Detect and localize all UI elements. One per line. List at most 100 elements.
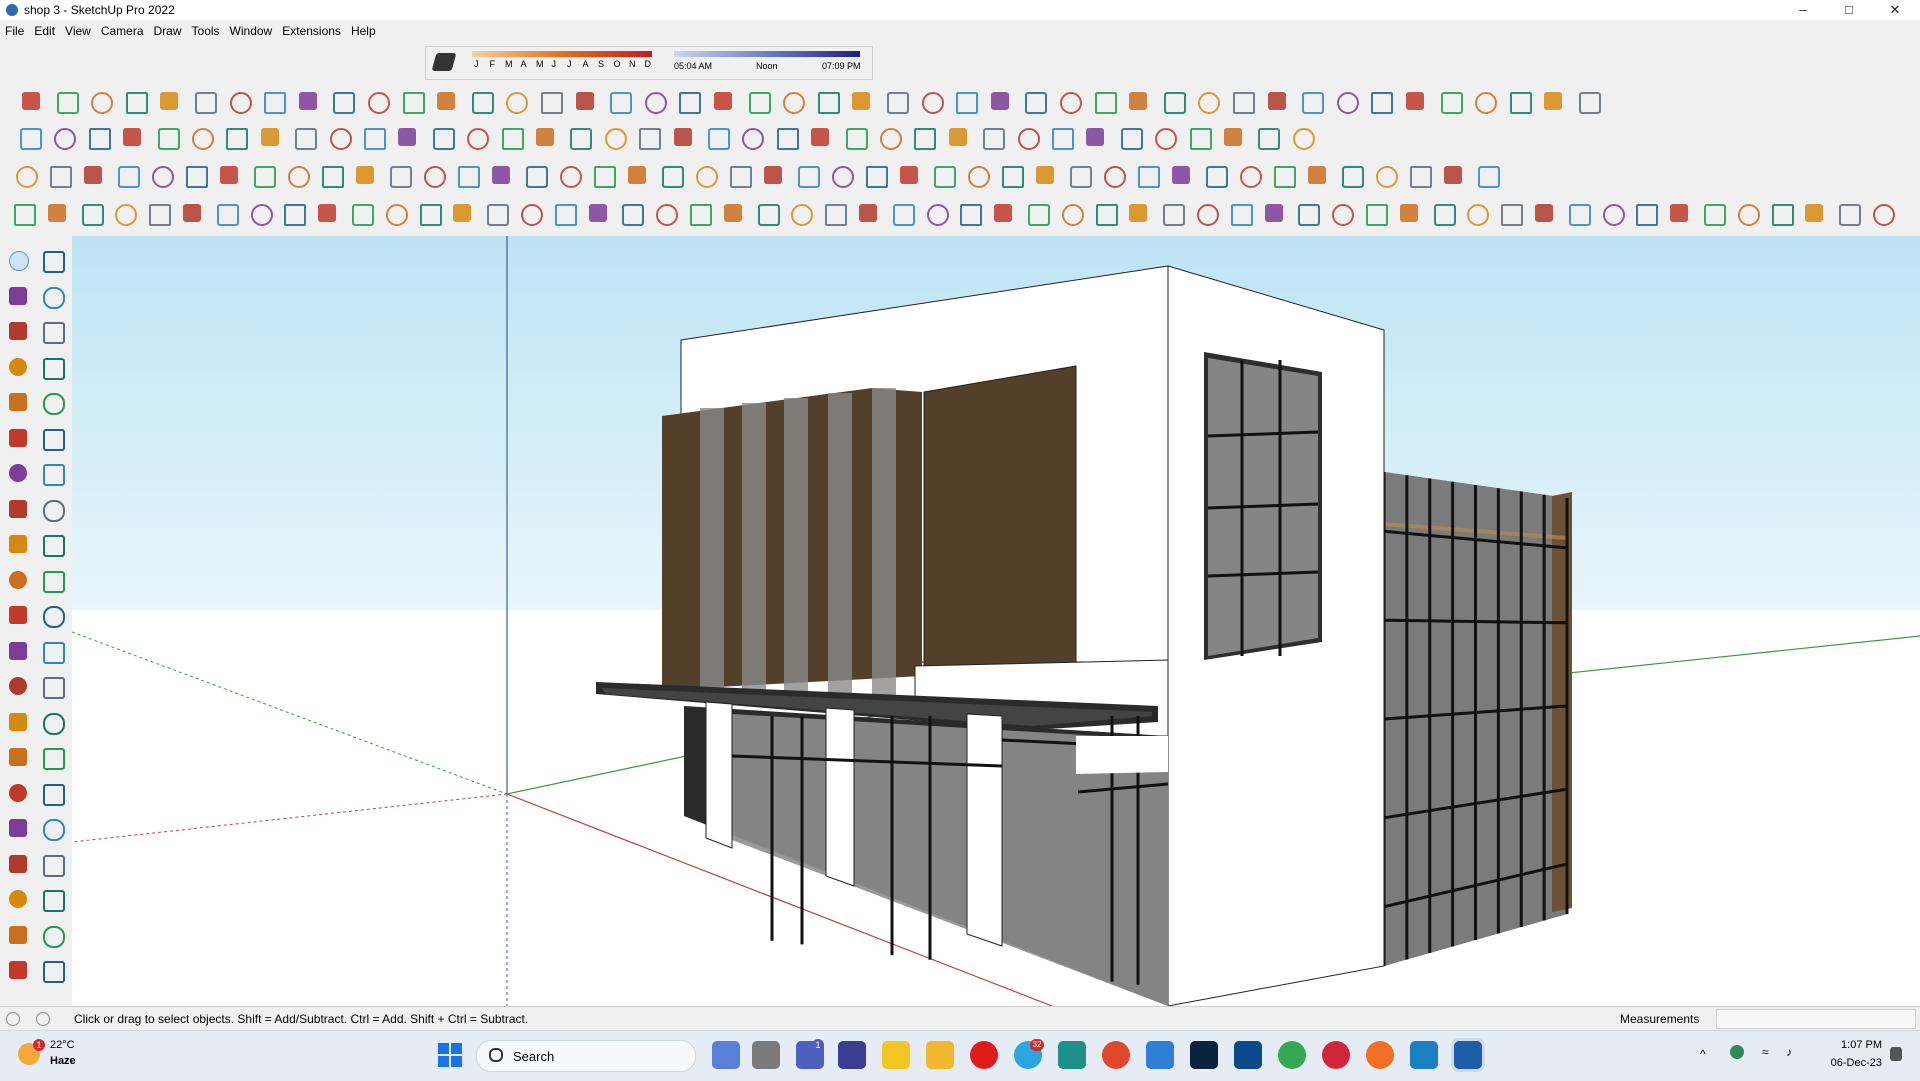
solid-tool-icon[interactable] [1770, 202, 1794, 226]
push-pull-icon[interactable] [40, 532, 65, 557]
extension-tool-icon[interactable] [1093, 90, 1117, 114]
utility-tool-icon[interactable] [1272, 164, 1296, 188]
extension-tool-icon[interactable] [816, 90, 840, 114]
modeling-tool-icon[interactable] [947, 126, 971, 150]
utility-tool-icon[interactable] [252, 164, 276, 188]
utility-tool-icon[interactable] [1102, 164, 1126, 188]
modeling-tool-icon[interactable] [224, 126, 249, 150]
utility-tool-icon[interactable] [626, 164, 650, 188]
solid-tool-icon[interactable] [1702, 202, 1726, 226]
solid-tool-icon[interactable] [147, 202, 172, 226]
solid-tool-icon[interactable] [1094, 202, 1118, 226]
modeling-tool-icon[interactable] [775, 126, 799, 150]
text-icon[interactable] [40, 674, 65, 699]
modeling-tool-icon[interactable] [878, 126, 902, 150]
solid-tool-icon[interactable] [1465, 202, 1490, 226]
modeling-tool-icon[interactable] [912, 126, 937, 150]
extension-tool-icon[interactable] [1404, 90, 1428, 114]
extension-tool-icon[interactable] [989, 90, 1013, 114]
notification-icon[interactable] [1890, 1047, 1902, 1061]
extension-tool-icon[interactable] [1127, 90, 1151, 114]
position-camera-icon[interactable] [6, 852, 30, 876]
utility-tool-icon[interactable] [48, 164, 72, 188]
utility-tool-icon[interactable] [1136, 164, 1160, 188]
utility-tool-icon[interactable] [1442, 164, 1466, 188]
utility-tool-icon[interactable] [898, 164, 922, 188]
extension-tool-icon[interactable] [331, 90, 356, 114]
layout-icon[interactable] [6, 958, 30, 982]
extension-tool-icon[interactable] [435, 90, 459, 114]
solid-tool-icon[interactable] [113, 202, 138, 226]
extension-tool-icon[interactable] [677, 90, 702, 114]
extension-tool-icon[interactable] [1023, 90, 1048, 114]
extension-tool-icon[interactable] [504, 90, 529, 114]
dimension-icon[interactable] [40, 639, 65, 664]
extension-tool-icon[interactable] [366, 90, 390, 114]
solid-tool-icon[interactable] [992, 202, 1016, 226]
polygon-icon[interactable] [40, 426, 65, 451]
pinterest-icon[interactable] [1322, 1041, 1350, 1069]
modeling-tool-icon[interactable] [18, 126, 42, 150]
extension-tool-icon[interactable] [470, 90, 494, 114]
zoom-icon[interactable] [6, 781, 30, 805]
visual-studio-icon[interactable] [1146, 1041, 1174, 1069]
protractor-icon[interactable] [6, 674, 30, 698]
extension-tool-icon[interactable] [954, 90, 979, 114]
modeling-tool-icon[interactable] [156, 126, 180, 150]
solid-tool-icon[interactable] [418, 202, 442, 226]
solid-tool-icon[interactable] [1263, 202, 1287, 226]
photoshop-icon[interactable] [1190, 1041, 1218, 1069]
utility-tool-icon[interactable] [354, 164, 378, 188]
solid-tool-icon[interactable] [756, 202, 780, 226]
clock-date[interactable]: 06-Dec-23 [1814, 1057, 1882, 1069]
solid-tool-icon[interactable] [1499, 202, 1524, 226]
modeling-tool-icon[interactable] [431, 126, 455, 150]
modeling-tool-icon[interactable] [328, 126, 352, 150]
modeling-tool-icon[interactable] [1050, 126, 1074, 150]
extension-tool-icon[interactable] [193, 90, 217, 114]
scale-icon[interactable] [6, 603, 30, 627]
modeling-tool-icon[interactable] [809, 126, 833, 150]
modeling-tool-icon[interactable] [1084, 126, 1108, 150]
extension-tool-icon[interactable] [1577, 90, 1601, 114]
modeling-tool-icon[interactable] [844, 126, 868, 150]
pan-icon[interactable] [40, 745, 65, 770]
solid-tool-icon[interactable] [722, 202, 746, 226]
app-icon[interactable] [1058, 1041, 1086, 1069]
solid-tool-icon[interactable] [1567, 202, 1591, 226]
extension-tool-icon[interactable] [712, 90, 736, 114]
wifi-icon[interactable]: ≈ [1762, 1045, 1769, 1059]
circle-icon[interactable] [6, 426, 30, 450]
utility-tool-icon[interactable] [388, 164, 412, 188]
utility-tool-icon[interactable] [592, 164, 616, 188]
solid-tool-icon[interactable] [80, 202, 104, 226]
extension-tool-icon[interactable] [262, 90, 287, 114]
axes-icon[interactable] [6, 710, 30, 734]
modeling-tool-icon[interactable] [1256, 126, 1281, 150]
menu-camera[interactable]: Camera [96, 20, 149, 42]
extension-tool-icon[interactable] [89, 90, 114, 114]
solid-tool-icon[interactable] [857, 202, 881, 226]
solid-tool-icon[interactable] [1026, 202, 1050, 226]
modeling-tool-icon[interactable] [1016, 126, 1040, 150]
section-plane-icon[interactable] [40, 887, 65, 912]
extension-tool-icon[interactable] [1266, 90, 1290, 114]
utility-tool-icon[interactable] [1034, 164, 1058, 188]
file-explorer-icon[interactable] [926, 1041, 954, 1069]
solid-tool-icon[interactable] [1668, 202, 1692, 226]
walk-icon[interactable] [6, 887, 30, 911]
menu-tools[interactable]: Tools [187, 20, 225, 42]
utility-tool-icon[interactable] [932, 164, 956, 188]
utility-tool-icon[interactable] [694, 164, 718, 188]
solid-tool-icon[interactable] [1398, 202, 1422, 226]
solid-tool-icon[interactable] [925, 202, 949, 226]
solid-tool-icon[interactable] [587, 202, 611, 226]
paint-bucket-icon[interactable] [6, 284, 30, 308]
solid-tool-icon[interactable] [181, 202, 205, 226]
solid-tool-icon[interactable] [823, 202, 848, 226]
solid-tool-icon[interactable] [316, 202, 340, 226]
close-button[interactable]: ✕ [1872, 0, 1918, 20]
utility-tool-icon[interactable] [830, 164, 854, 188]
extension-tool-icon[interactable] [850, 90, 874, 114]
solid-tool-icon[interactable] [1533, 202, 1557, 226]
